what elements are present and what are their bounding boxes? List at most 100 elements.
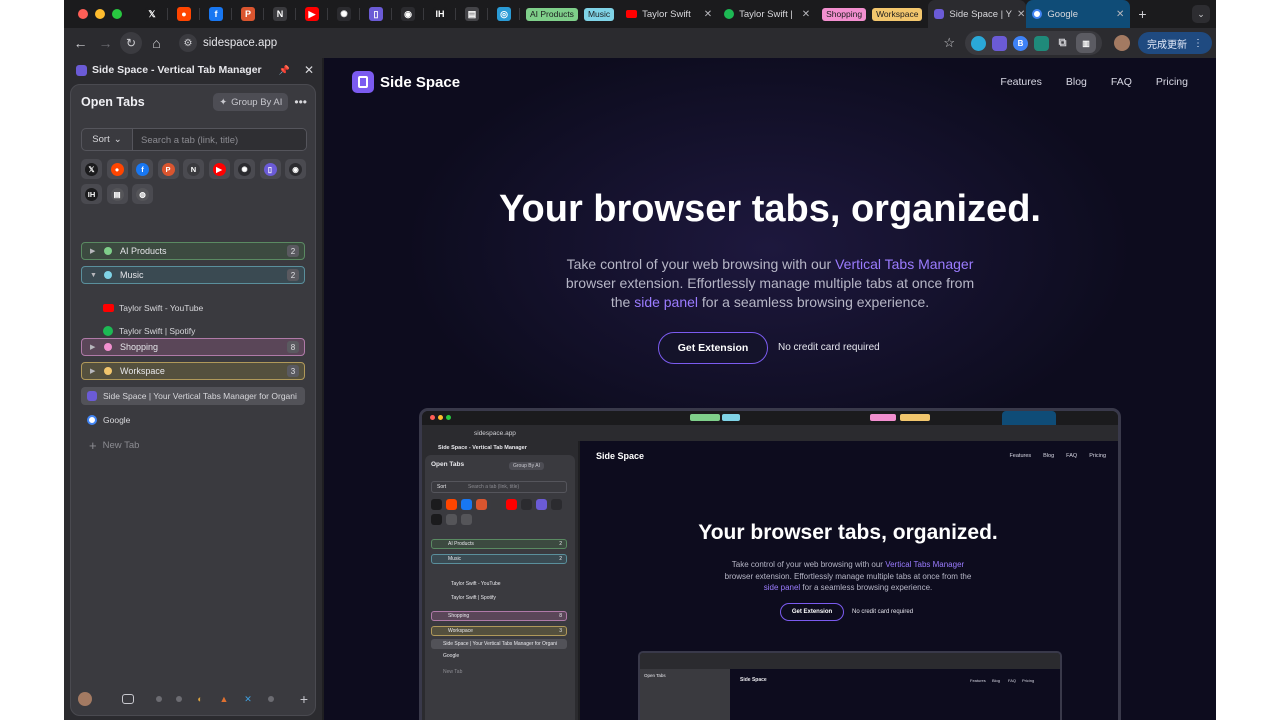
pinned-tab[interactable]: 𝕏 <box>136 0 168 28</box>
close-tab-icon[interactable]: ✕ <box>704 9 712 20</box>
pinned-tab[interactable]: ✺ <box>328 0 360 28</box>
favorite-button[interactable]: P <box>157 159 179 179</box>
sort-label: Sort <box>92 134 110 145</box>
close-tab-icon[interactable]: ✕ <box>1017 9 1025 20</box>
preview-group-by-ai: Group By AI <box>509 462 544 470</box>
reload-button[interactable]: ↻ <box>120 32 142 54</box>
tab-group-workspace[interactable]: Workspace <box>872 7 923 21</box>
group-count-badge: 8 <box>287 341 299 353</box>
address-bar[interactable]: sidespace.app <box>203 37 277 49</box>
tab-group-shopping[interactable]: ▶ Shopping 8 <box>81 338 305 356</box>
close-window-button[interactable] <box>78 9 88 19</box>
tab-item-side-space-active[interactable]: Side Space | Your Vertical Tabs Manager … <box>81 387 305 405</box>
pinned-tab[interactable]: ▯ <box>360 0 392 28</box>
favorite-button[interactable]: ▶ <box>208 159 230 179</box>
favorite-button[interactable]: ◍ <box>132 184 153 204</box>
open-tabs-card: Open Tabs ✦Group By AI ••• Sort⌄ 𝕏 ● fPN ▶ ✺… <box>70 84 316 716</box>
preview-group-count: 3 <box>559 628 562 634</box>
close-icon[interactable]: ✕ <box>304 63 314 77</box>
tab-item-spotify[interactable]: Taylor Swift | Spotify <box>81 322 305 340</box>
extension-sidespace-icon[interactable] <box>992 35 1007 51</box>
sidespace-icon: ▯ <box>369 7 383 21</box>
favorite-button[interactable]: IH <box>81 184 102 204</box>
tab-item-google[interactable]: Google <box>81 411 305 429</box>
close-tab-icon[interactable]: ✕ <box>802 9 810 20</box>
favorite-button[interactable]: ● <box>106 159 128 179</box>
preview-group: AI Products 2 <box>431 539 567 549</box>
tab-group-shopping[interactable]: Shopping <box>822 7 867 21</box>
favorite-button[interactable]: ▤ <box>106 184 128 204</box>
preview-tab: Taylor Swift - YouTube <box>451 581 501 587</box>
site-info-icon[interactable]: ⚙ <box>179 34 197 52</box>
update-button[interactable]: 完成更新 ⋮ <box>1138 32 1212 54</box>
back-button[interactable]: ← <box>68 35 93 51</box>
space-flame-icon[interactable]: ▲ <box>218 693 230 705</box>
bookmark-star-icon[interactable]: ☆ <box>943 35 955 51</box>
pinned-tab[interactable]: ◉ <box>392 0 424 28</box>
pinned-tab[interactable]: ▤ <box>456 0 488 28</box>
pin-icon[interactable]: 📌 <box>279 65 290 76</box>
favorite-button[interactable]: 𝕏 <box>81 159 102 179</box>
space-dot-icon[interactable] <box>268 696 274 702</box>
extension-translate-icon[interactable] <box>971 35 986 51</box>
tab-group-workspace[interactable]: ▶ Workspace 3 <box>81 362 305 380</box>
tab-item-youtube[interactable]: Taylor Swift - YouTube <box>81 299 305 317</box>
home-button[interactable]: ⌂ <box>144 35 169 51</box>
profile-avatar[interactable] <box>1114 35 1130 51</box>
close-tab-icon[interactable]: ✕ <box>1116 9 1124 20</box>
nav-faq-link[interactable]: FAQ <box>1111 76 1132 88</box>
sort-button[interactable]: Sort ⌄ <box>82 129 133 150</box>
tab-group-ai-products[interactable]: AI Products <box>526 7 578 21</box>
extensions-puzzle-icon[interactable]: ⧉ <box>1055 36 1070 51</box>
space-dot-icon[interactable] <box>156 696 162 702</box>
group-color-dot <box>104 271 112 279</box>
pinned-tab[interactable]: ◎ <box>488 0 520 28</box>
chevron-right-icon: ▶ <box>90 368 96 375</box>
favorite-button[interactable]: ✺ <box>234 159 255 179</box>
pinned-tab[interactable]: IH <box>424 0 456 28</box>
zoom-window-button[interactable] <box>112 9 122 19</box>
pinned-tab[interactable]: ▶ <box>296 0 328 28</box>
tab-search-button[interactable]: ⌄ <box>1192 5 1210 23</box>
space-bolt-icon[interactable]: ✕ <box>242 693 254 705</box>
new-tab-button[interactable]: + New Tab <box>89 438 139 453</box>
menu-dots-icon: ⋮ <box>1193 37 1203 49</box>
pinned-tab[interactable]: P <box>232 0 264 28</box>
favorite-button[interactable]: ▯ <box>259 159 281 179</box>
extension-b-icon[interactable]: B <box>1013 35 1028 51</box>
search-input[interactable] <box>133 129 306 150</box>
site-brand[interactable]: Side Space <box>380 74 460 91</box>
favorite-button[interactable]: ◉ <box>285 159 306 179</box>
side-panel-toggle-icon[interactable]: ▥ <box>1076 33 1096 53</box>
new-tab-button[interactable]: + <box>1138 6 1146 22</box>
pinned-tab[interactable]: N <box>264 0 296 28</box>
preview-cta-note: No credit card required <box>852 609 914 615</box>
nav-pricing-link[interactable]: Pricing <box>1156 76 1188 88</box>
forward-button[interactable]: → <box>93 35 118 51</box>
tab-taylor-swift-youtube[interactable]: Taylor Swift ✕ <box>620 0 718 28</box>
favorite-button[interactable]: f <box>132 159 153 179</box>
youtube-icon <box>103 304 114 312</box>
tab-group-music[interactable]: ▼ Music 2 <box>81 266 305 284</box>
favorite-button[interactable]: N <box>183 159 204 179</box>
user-avatar[interactable] <box>78 692 92 706</box>
space-dot-icon[interactable] <box>176 696 182 702</box>
pinned-tab[interactable]: ● <box>168 0 200 28</box>
tab-group-ai-products[interactable]: ▶ AI Products 2 <box>81 242 305 260</box>
tab-group-music[interactable]: Music <box>583 7 615 21</box>
tab-google[interactable]: Google ✕ <box>1026 0 1131 28</box>
more-options-icon[interactable]: ••• <box>294 95 307 109</box>
pinned-tab[interactable]: f <box>200 0 232 28</box>
get-extension-button[interactable]: Get Extension <box>658 332 768 364</box>
minimize-window-button[interactable] <box>95 9 105 19</box>
tab-side-space[interactable]: Side Space | Y ✕ <box>928 0 1027 28</box>
window-icon[interactable] <box>122 694 134 704</box>
sidespace-logo-icon[interactable] <box>352 71 374 93</box>
extension-grid-icon[interactable] <box>1034 35 1049 51</box>
space-cat-icon[interactable]: ◐ <box>194 693 206 705</box>
nav-blog-link[interactable]: Blog <box>1066 76 1087 88</box>
add-space-button[interactable]: + <box>300 691 308 707</box>
tab-taylor-swift-spotify[interactable]: Taylor Swift | ✕ <box>718 0 816 28</box>
group-by-ai-button[interactable]: ✦ Group By AI <box>213 93 289 111</box>
nav-features-link[interactable]: Features <box>1000 76 1041 88</box>
